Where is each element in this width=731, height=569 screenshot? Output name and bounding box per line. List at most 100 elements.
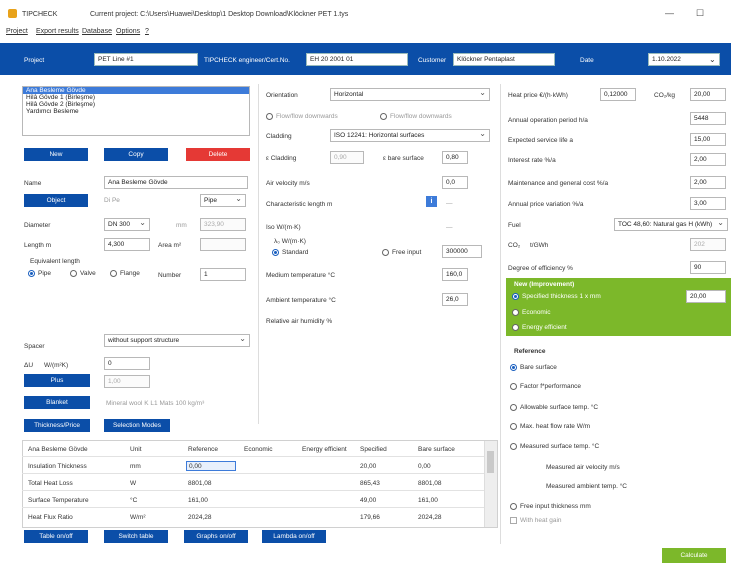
operation-period-label: Annual operation period h/a xyxy=(508,117,588,124)
factor-label: Factor f*performance xyxy=(520,383,582,390)
table-divider xyxy=(22,507,488,508)
object-button[interactable]: Object xyxy=(24,194,88,207)
free-input-radio[interactable] xyxy=(382,249,389,256)
reference-title: Reference xyxy=(514,348,546,355)
delete-button[interactable]: Delete xyxy=(186,148,250,161)
allowable-temp-radio[interactable] xyxy=(510,404,517,411)
project-field[interactable]: PET Line #1 xyxy=(94,53,198,66)
menu-database[interactable]: Database xyxy=(82,28,112,35)
calendar-dropdown-icon[interactable]: ⌄ xyxy=(709,55,716,64)
scrollbar-thumb[interactable] xyxy=(487,451,494,473)
ambient-temp-field[interactable]: 26,0 xyxy=(442,293,468,306)
graphs-toggle-button[interactable]: Graphs on/off xyxy=(184,530,248,543)
area-field xyxy=(200,238,246,251)
info-icon[interactable]: i xyxy=(426,196,437,207)
diameter-select[interactable]: DN 300 xyxy=(104,218,150,231)
name-field[interactable]: Ana Besleme Gövde xyxy=(104,176,248,189)
max-heat-flow-label: Max. heat flow rate W/m xyxy=(520,423,591,430)
specified-thickness-label: Specified thickness 1 x mm xyxy=(522,293,601,300)
maintenance-label: Maintenance and general cost %/a xyxy=(508,180,609,187)
list-item[interactable]: Hilâ Gövde 2 (Birleşme) xyxy=(23,101,249,108)
energy-efficient-radio[interactable] xyxy=(512,324,519,331)
new-button[interactable]: New xyxy=(24,148,88,161)
lambda-toggle-button[interactable]: Lambda on/off xyxy=(262,530,326,543)
object-type-select[interactable]: Pipe xyxy=(200,194,246,207)
price-variation-label: Annual price variation %/a xyxy=(508,201,584,208)
measured-temp-radio[interactable] xyxy=(510,443,517,450)
ambient-temp-label: Ambient temperature °C xyxy=(266,297,336,304)
table-header: Energy efficient xyxy=(302,446,347,453)
table-cell: 8801,08 xyxy=(418,480,442,487)
cladding-select[interactable]: ISO 12241: Horizontal surfaces xyxy=(330,129,490,142)
char-length-value: — xyxy=(446,200,453,207)
iso-value: — xyxy=(446,224,453,231)
flow-horizontal-radio[interactable] xyxy=(266,113,273,120)
interest-rate-field[interactable]: 2,00 xyxy=(690,153,726,166)
orientation-select[interactable]: Horizontal xyxy=(330,88,490,101)
efficiency-field[interactable]: 90 xyxy=(690,261,726,274)
diameter-label: Diameter xyxy=(24,222,51,229)
table-cell: Total Heat Loss xyxy=(28,480,73,487)
valve-radio[interactable] xyxy=(70,270,77,277)
operation-period-field[interactable]: 5448 xyxy=(690,112,726,125)
customer-field[interactable]: Klöckner Pentaplast xyxy=(453,53,555,66)
free-thickness-label: Free input thickness mm xyxy=(520,503,591,510)
menu-project[interactable]: Project xyxy=(6,28,28,35)
max-heat-flow-radio[interactable] xyxy=(510,423,517,430)
engineer-field[interactable]: EH 20 2001 01 xyxy=(306,53,408,66)
plus-field: 1,00 xyxy=(104,375,150,388)
e-surface-field[interactable]: 0,80 xyxy=(442,151,468,164)
table-cell: W xyxy=(130,480,137,487)
table-cell-selected[interactable]: 0,00 xyxy=(186,461,236,471)
humidity-label: Relative air humidity % xyxy=(266,318,333,325)
selection-modes-button[interactable]: Selection Modes xyxy=(104,419,170,432)
maximize-button[interactable]: ☐ xyxy=(696,8,704,19)
bare-surface-radio[interactable] xyxy=(510,364,517,371)
list-item[interactable]: Hilâ Gövde 1 (Birleşme) xyxy=(23,94,249,101)
factor-radio[interactable] xyxy=(510,383,517,390)
heat-price-field[interactable]: 0,12000 xyxy=(600,88,636,101)
price-variation-field[interactable]: 3,00 xyxy=(690,197,726,210)
calculate-button[interactable]: Calculate xyxy=(662,548,726,563)
switch-table-button[interactable]: Switch table xyxy=(104,530,168,543)
air-velocity-field[interactable]: 0,0 xyxy=(442,176,468,189)
menu-help[interactable]: ? xyxy=(145,28,149,35)
air-velocity-label: Air velocity m/s xyxy=(266,180,310,187)
spacer-select[interactable]: without support structure xyxy=(104,334,250,347)
fuel-select[interactable]: TOC 48,60: Natural gas H (kWh) xyxy=(614,218,728,231)
minimize-button[interactable]: — xyxy=(665,8,674,18)
flange-radio[interactable] xyxy=(110,270,117,277)
blanket-button[interactable]: Blanket xyxy=(24,396,90,409)
iso-label: Iso W/(m·K) xyxy=(266,224,301,231)
free-thickness-radio[interactable] xyxy=(510,503,517,510)
table-toggle-button[interactable]: Table on/off xyxy=(24,530,88,543)
number-field[interactable]: 1 xyxy=(200,268,246,281)
flow-vertical-label: Flow/flow downwards xyxy=(390,113,452,120)
specified-thickness-radio[interactable] xyxy=(512,293,519,300)
table-cell: 2024,28 xyxy=(418,514,442,521)
free-input-field[interactable]: 300000 xyxy=(442,245,482,258)
list-item[interactable]: Ana Besleme Gövde xyxy=(23,87,249,94)
thickness-price-button[interactable]: Thickness/Price xyxy=(24,419,90,432)
object-list[interactable]: Ana Besleme Gövde Hilâ Gövde 1 (Birleşme… xyxy=(22,86,250,136)
table-cell: 2024,28 xyxy=(188,514,212,521)
list-item[interactable]: Yardımcı Besleme xyxy=(23,108,249,115)
flow-vertical-radio[interactable] xyxy=(380,113,387,120)
service-life-field[interactable]: 15,00 xyxy=(690,133,726,146)
specified-thickness-field[interactable]: 20,00 xyxy=(686,290,726,303)
menu-export-results[interactable]: Export results xyxy=(36,28,79,35)
with-heat-gain-checkbox[interactable] xyxy=(510,517,517,524)
medium-temp-field[interactable]: 160,0 xyxy=(442,268,468,281)
standard-radio[interactable] xyxy=(272,249,279,256)
allowable-temp-label: Allowable surface temp. °C xyxy=(520,404,599,411)
copy-button[interactable]: Copy xyxy=(104,148,168,161)
pipe-radio[interactable] xyxy=(28,270,35,277)
menu-options[interactable]: Options xyxy=(116,28,140,35)
table-cell: 161,00 xyxy=(188,497,208,504)
length-field[interactable]: 4,300 xyxy=(104,238,150,251)
delta-u-field[interactable]: 0 xyxy=(104,357,150,370)
co2-price-field[interactable]: 20,00 xyxy=(690,88,726,101)
plus-button[interactable]: Plus xyxy=(24,374,90,387)
maintenance-field[interactable]: 2,00 xyxy=(690,176,726,189)
economic-radio[interactable] xyxy=(512,309,519,316)
